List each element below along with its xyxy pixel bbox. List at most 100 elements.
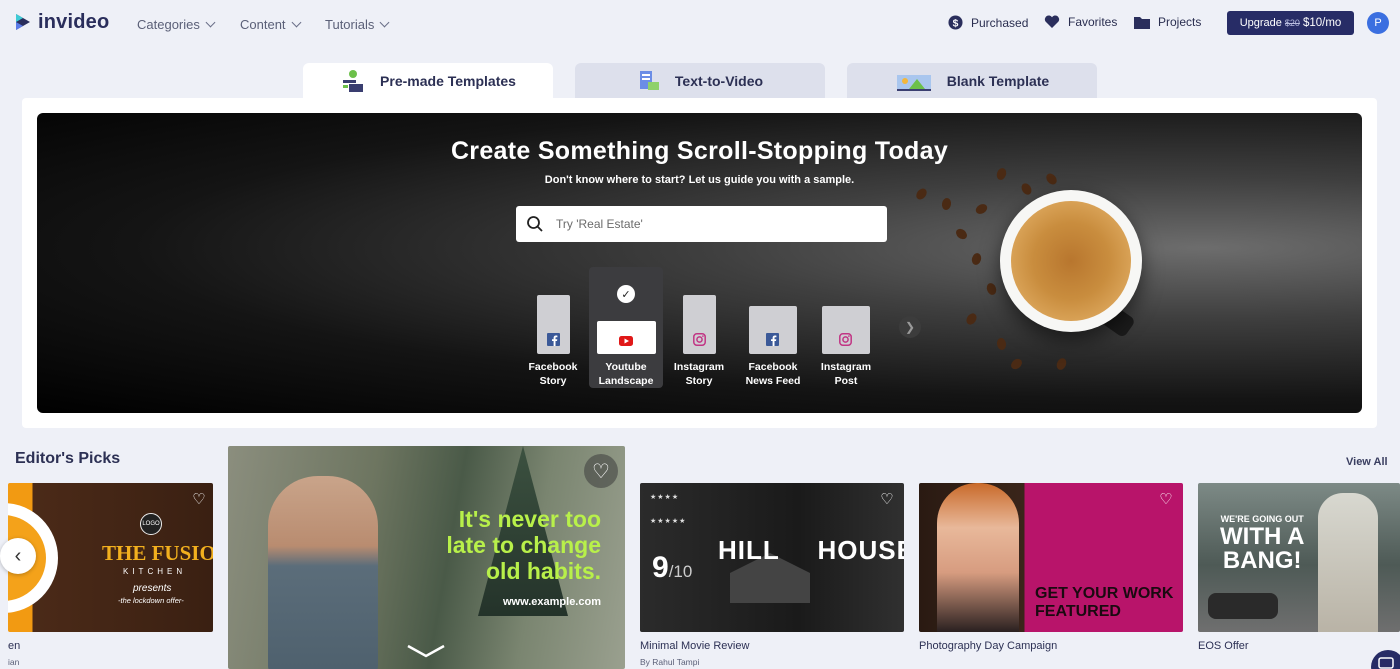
format-label-line2: Post — [834, 375, 858, 387]
format-label-line2: Story — [539, 375, 567, 387]
format-label-line2: Story — [685, 375, 713, 387]
format-instagram-post[interactable]: Instagram Post — [817, 306, 875, 388]
coffee-bean — [996, 337, 1007, 351]
template-thumbnail[interactable]: WE'RE GOING OUT WITH A BANG! — [1198, 483, 1400, 632]
nav-categories-label: Categories — [137, 17, 200, 32]
format-label-line1: Instagram — [820, 361, 872, 373]
tab-pre-made-templates[interactable]: Pre-made Templates — [303, 63, 553, 99]
coffee-bean — [1054, 356, 1069, 372]
thumb-tag: presents — [133, 583, 172, 594]
template-title[interactable]: Photography Day Campaign — [919, 640, 1057, 652]
heart-icon[interactable]: ♡ — [584, 454, 618, 488]
thumb-subhead: KITCHEN — [123, 567, 187, 576]
nav-tutorials[interactable]: Tutorials — [325, 17, 390, 32]
nav-categories[interactable]: Categories — [137, 17, 216, 32]
logo-mark-icon — [16, 14, 30, 30]
thumb-headline: GET YOUR WORK FEATURED — [1035, 585, 1173, 621]
chat-bubble-icon — [1378, 657, 1394, 669]
text-to-video-icon — [639, 71, 659, 90]
chevron-left-icon[interactable]: ‹ — [0, 538, 36, 574]
projects-label: Projects — [1158, 15, 1202, 29]
chevron-down-icon — [205, 17, 216, 28]
format-instagram-story[interactable]: Instagram Story — [674, 295, 724, 388]
tab-text-to-video[interactable]: Text-to-Video — [575, 63, 825, 99]
chevron-down-icon[interactable] — [406, 644, 446, 658]
heart-icon — [1044, 15, 1060, 28]
folder-icon — [1134, 16, 1150, 29]
rating-stars: ★★★★★ — [650, 518, 687, 525]
format-label: Instagram Story — [674, 360, 724, 388]
search-input[interactable] — [556, 206, 876, 242]
heart-icon[interactable]: ♡ — [878, 491, 896, 509]
coffee-surface — [1011, 201, 1131, 321]
upgrade-button[interactable]: Upgrade $20 $10/mo — [1227, 11, 1354, 35]
thumb-headline: HILL HOUSE — [718, 535, 904, 565]
portrait-figure — [937, 483, 1019, 632]
dollar-icon: $ — [948, 15, 963, 30]
format-preview — [536, 295, 570, 354]
format-preview — [682, 295, 716, 354]
format-youtube-landscape[interactable]: Youtube Landscape — [593, 321, 659, 388]
template-thumbnail[interactable]: ★★★★ ★★★★★ HILL HOUSE 9/10 ♡ — [640, 483, 904, 632]
projects-link[interactable]: Projects — [1134, 15, 1201, 29]
format-label: Facebook Story — [529, 360, 578, 388]
youtube-icon — [618, 336, 633, 346]
thumb-url: www.example.com — [502, 596, 601, 608]
upgrade-old-price: $20 — [1284, 18, 1300, 28]
thumb-headline-line2: WITH A — [1220, 523, 1305, 550]
template-thumbnail[interactable]: GET YOUR WORK FEATURED ♡ — [919, 483, 1183, 632]
tab-label: Text-to-Video — [674, 73, 764, 89]
upgrade-price: $10/mo — [1302, 17, 1342, 29]
nav-tutorials-label: Tutorials — [325, 17, 375, 32]
score-value: 9 — [652, 551, 669, 584]
format-label-line1: Youtube — [605, 361, 647, 373]
format-preview — [822, 306, 870, 354]
thumb-headline: WE'RE GOING OUT WITH A BANG! — [1220, 513, 1304, 573]
template-title[interactable]: Minimal Movie Review — [640, 640, 749, 652]
nav-content-label: Content — [240, 17, 286, 32]
chevron-right-icon[interactable]: ❯ — [899, 316, 921, 338]
heart-icon[interactable]: ♡ — [1157, 491, 1175, 509]
top-nav: invideo Categories Content Tutorials $ P… — [0, 0, 1400, 48]
purchased-label: Purchased — [971, 15, 1029, 30]
hero-subtitle: Don't know where to start? Let us guide … — [544, 174, 855, 186]
thumb-headline-line3: old habits. — [486, 558, 601, 584]
invideo-logo[interactable]: invideo — [14, 10, 109, 34]
coffee-bean — [974, 202, 989, 216]
format-preview — [749, 306, 797, 354]
tab-blank-template[interactable]: Blank Template — [847, 63, 1097, 99]
coffee-bean — [914, 186, 929, 202]
hero-title: Create Something Scroll-Stopping Today — [450, 137, 949, 165]
template-author: ian — [8, 657, 20, 667]
thumb-headline-line2: late to change — [446, 532, 601, 558]
instagram-icon — [692, 333, 706, 346]
templates-icon — [343, 70, 364, 92]
template-thumbnail[interactable]: LOGO THE FUSION KITCHEN presents -the lo… — [8, 483, 213, 632]
nav-content[interactable]: Content — [240, 17, 301, 32]
tab-label: Pre-made Templates — [380, 73, 516, 89]
format-facebook-news-feed[interactable]: Facebook News Feed — [743, 306, 803, 388]
view-all-link[interactable]: View All — [1346, 456, 1388, 468]
thumb-score: 9/10 — [652, 551, 692, 585]
upgrade-prefix: Upgrade — [1239, 17, 1282, 29]
format-label: Facebook News Feed — [746, 360, 801, 388]
thumb-headline: THE FUSION — [102, 541, 213, 565]
avatar[interactable]: P — [1367, 12, 1389, 34]
chat-icon[interactable] — [1371, 650, 1400, 669]
hero-banner: Create Something Scroll-Stopping Today D… — [37, 113, 1362, 413]
favorites-link[interactable]: Favorites — [1044, 15, 1117, 29]
heart-icon[interactable]: ♡ — [190, 491, 208, 509]
format-label: Youtube Landscape — [599, 360, 654, 388]
purchased-link[interactable]: $ Purchased — [948, 15, 1028, 30]
format-label-line2: Landscape — [598, 375, 654, 387]
format-facebook-story[interactable]: Facebook Story — [529, 295, 578, 388]
search-box — [516, 206, 887, 242]
instagram-icon — [839, 333, 852, 346]
skater-figure — [1318, 493, 1378, 632]
format-label: Instagram Post — [821, 360, 871, 388]
favorites-label: Favorites — [1068, 15, 1118, 29]
template-thumbnail-featured[interactable]: It's never too late to change old habits… — [228, 446, 625, 669]
template-title[interactable]: EOS Offer — [1198, 640, 1249, 652]
template-title[interactable]: en — [8, 640, 20, 652]
svg-text:$: $ — [953, 18, 959, 29]
